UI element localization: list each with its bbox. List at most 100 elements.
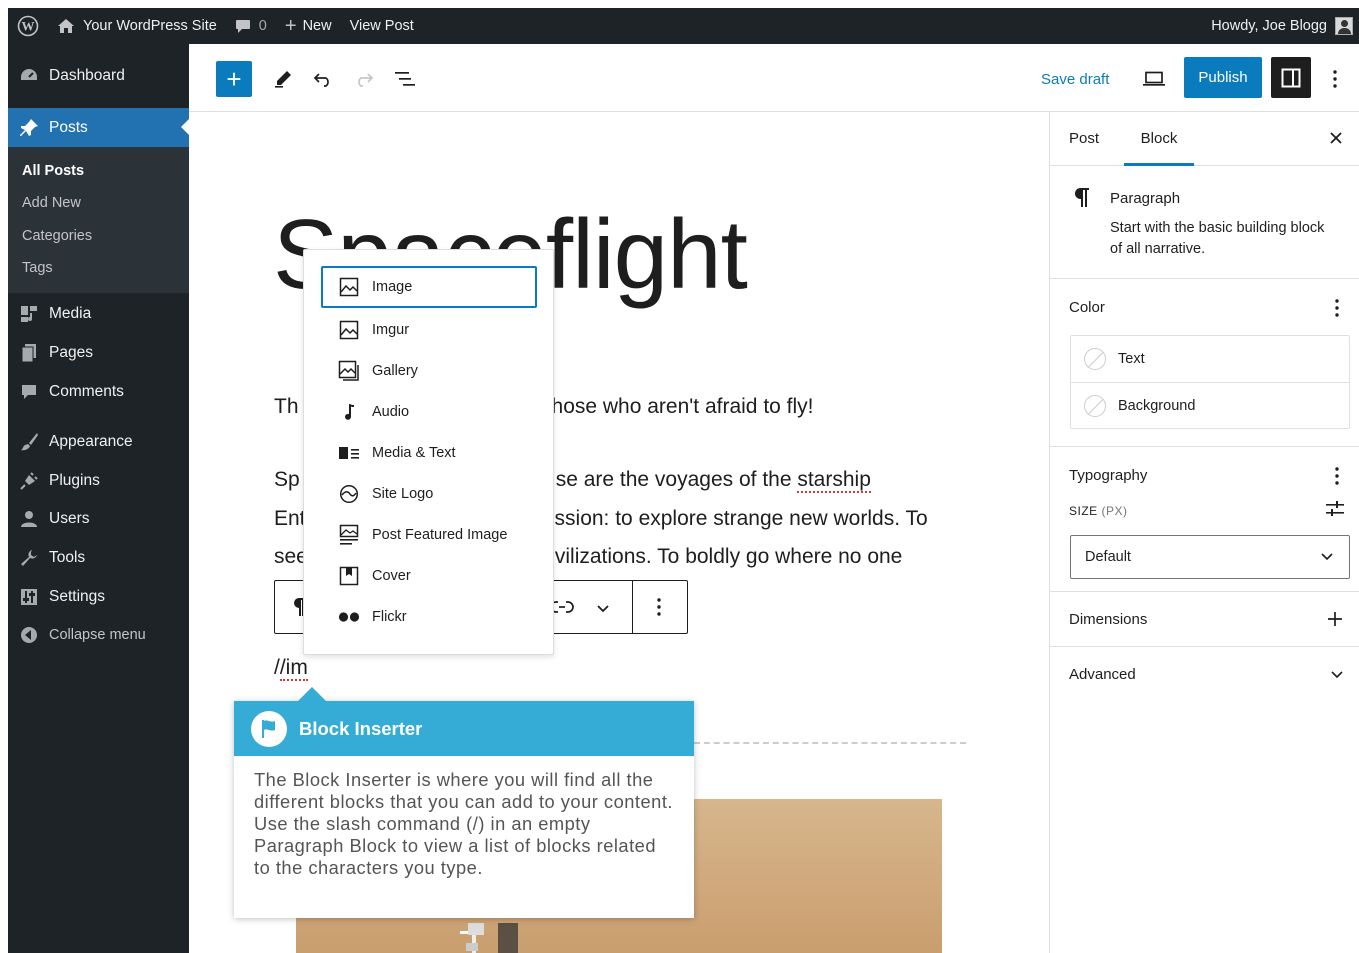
inserter-option-media-text[interactable]: Media & Text — [321, 432, 537, 474]
new-content-link[interactable]: + New — [276, 8, 341, 44]
undo-button[interactable] — [310, 64, 336, 94]
font-size-select[interactable]: Default — [1070, 535, 1350, 579]
slash-command-paragraph[interactable]: //im — [274, 656, 308, 681]
settings-tabs: Post Block — [1050, 112, 1359, 166]
redo-button[interactable] — [351, 64, 377, 94]
color-text-option[interactable]: Text — [1071, 336, 1349, 382]
view-post-link[interactable]: View Post — [341, 8, 423, 44]
site-name: Your WordPress Site — [83, 18, 217, 34]
color-options-button[interactable] — [1335, 299, 1339, 322]
featured-image-icon — [338, 524, 360, 546]
sidebar-item-media[interactable]: Media — [8, 295, 189, 334]
color-options-list: Text Background — [1070, 335, 1350, 429]
color-panel: Color Text Background — [1050, 279, 1359, 447]
sidebar-item-appearance[interactable]: Appearance — [8, 423, 189, 462]
dimensions-panel[interactable]: Dimensions — [1050, 592, 1359, 647]
sidebar-item-settings[interactable]: Settings — [8, 577, 189, 616]
redo-icon — [358, 73, 374, 87]
view-post-label: View Post — [349, 18, 414, 34]
inserter-option-flickr[interactable]: Flickr — [321, 596, 537, 638]
settings-sliders-icon — [1326, 501, 1344, 516]
block-options-icon[interactable] — [657, 598, 661, 621]
inserter-option-imgur[interactable]: Imgur — [321, 309, 537, 351]
empty-color-swatch-icon — [1084, 394, 1106, 417]
chevron-down-icon — [1321, 553, 1333, 561]
inserter-label-audio: Audio — [372, 404, 410, 420]
sidebar-label-plugins: Plugins — [49, 471, 100, 489]
site-name-link[interactable]: Your WordPress Site — [48, 8, 226, 44]
pencil-icon — [275, 71, 291, 88]
sidebar-item-posts[interactable]: Posts — [8, 108, 189, 147]
sidebar-item-tools[interactable]: Tools — [8, 539, 189, 578]
sidebar-item-dashboard[interactable]: Dashboard — [8, 44, 189, 108]
comment-bubble-icon — [235, 19, 251, 34]
sidebar-item-users[interactable]: Users — [8, 500, 189, 539]
misspelled-word: starship — [797, 468, 871, 493]
typography-options-button[interactable] — [1335, 467, 1339, 490]
empty-color-swatch-icon — [1084, 348, 1106, 370]
preview-button[interactable] — [1139, 64, 1169, 94]
dashboard-gauge-icon — [18, 65, 40, 87]
collapse-menu-button[interactable]: Collapse menu — [8, 616, 189, 655]
flickr-icon — [338, 606, 360, 628]
inserter-option-audio[interactable]: Audio — [321, 391, 537, 433]
options-menu-button[interactable] — [1325, 64, 1345, 94]
sidebar-label-posts: Posts — [49, 118, 88, 136]
advanced-panel[interactable]: Advanced — [1050, 647, 1359, 702]
inserter-label-image: Image — [372, 279, 413, 295]
sidebar-item-plugins[interactable]: Plugins — [8, 462, 189, 501]
color-background-label: Background — [1118, 397, 1196, 414]
comments-link[interactable]: 0 — [226, 8, 276, 44]
editor-toolbar: + Save draft Publish — [189, 44, 1359, 112]
publish-button[interactable]: Publish — [1184, 57, 1262, 98]
inserter-label-media-text: Media & Text — [372, 445, 456, 461]
inserter-label-imgur: Imgur — [372, 322, 410, 338]
toolbar-divider — [632, 581, 633, 633]
p1-right-text: hose who aren't afraid to fly! — [551, 395, 814, 418]
wrench-icon — [18, 547, 40, 569]
plus-icon[interactable] — [1327, 611, 1343, 627]
close-icon — [1330, 132, 1342, 144]
comments-count: 0 — [258, 18, 267, 34]
sidebar-label-settings: Settings — [49, 587, 106, 605]
dimensions-title: Dimensions — [1069, 611, 1148, 628]
inserter-option-post-featured-image[interactable]: Post Featured Image — [321, 514, 537, 556]
color-title: Color — [1069, 299, 1105, 316]
color-background-option[interactable]: Background — [1071, 382, 1349, 428]
inserter-option-gallery[interactable]: Gallery — [321, 350, 537, 392]
inserter-label-cover: Cover — [372, 568, 411, 584]
inserter-option-cover[interactable]: Cover — [321, 555, 537, 597]
inserter-option-site-logo[interactable]: Site Logo — [321, 473, 537, 515]
advanced-title: Advanced — [1069, 666, 1136, 683]
typography-title: Typography — [1069, 467, 1148, 484]
block-desc-line-2: of all narrative. — [1110, 241, 1206, 257]
document-overview-button[interactable] — [392, 64, 418, 94]
pages-icon — [18, 342, 40, 364]
submenu-add-new[interactable]: Add New — [8, 187, 189, 219]
block-inserter-tooltip: Block Inserter The Block Inserter is whe… — [234, 687, 694, 918]
wordpress-logo-icon[interactable]: W — [8, 8, 48, 44]
p2-line2-left-text: Ent — [274, 507, 306, 530]
pushpin-icon — [18, 117, 40, 139]
custom-size-toggle[interactable] — [1325, 500, 1345, 523]
save-draft-button[interactable]: Save draft — [1041, 61, 1109, 97]
tools-pencil-button[interactable] — [271, 64, 295, 94]
sidebar-item-pages[interactable]: Pages — [8, 334, 189, 373]
font-size-label: SIZE (PX) — [1069, 504, 1128, 518]
block-inserter-toggle-button[interactable]: + — [216, 61, 252, 97]
tab-block[interactable]: Block — [1124, 112, 1194, 166]
inserter-label-site-logo: Site Logo — [372, 486, 434, 502]
my-account-link[interactable]: Howdy, Joe Blogg — [1202, 8, 1359, 44]
close-settings-button[interactable] — [1329, 131, 1343, 149]
inserter-option-image[interactable]: Image — [321, 266, 537, 308]
submenu-categories[interactable]: Categories — [8, 220, 189, 252]
settings-toggle-button[interactable] — [1271, 57, 1311, 98]
chevron-down-icon[interactable] — [1331, 671, 1343, 679]
submenu-tags[interactable]: Tags — [8, 252, 189, 284]
block-card-description: Start with the basic building block of a… — [1110, 218, 1324, 260]
sidebar-item-comments[interactable]: Comments — [8, 372, 189, 411]
chevron-down-icon[interactable] — [596, 601, 610, 619]
tab-post[interactable]: Post — [1069, 112, 1099, 166]
block-card: Paragraph Start with the basic building … — [1050, 166, 1359, 279]
submenu-all-posts[interactable]: All Posts — [8, 155, 189, 187]
